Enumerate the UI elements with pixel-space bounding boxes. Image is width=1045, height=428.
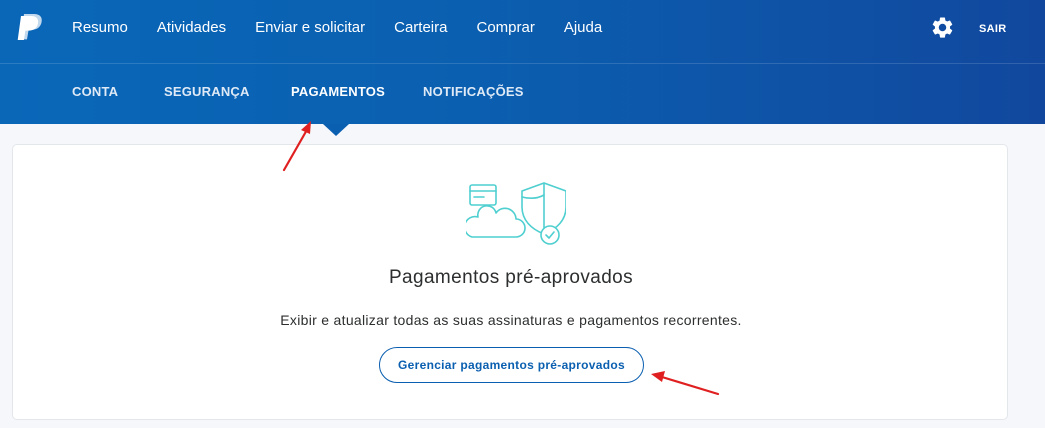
active-tab-indicator (323, 124, 349, 136)
annotation-arrow-button (651, 371, 720, 396)
tab-seguranca[interactable]: SEGURANÇA (164, 84, 250, 99)
manage-preapproved-button[interactable]: Gerenciar pagamentos pré-aprovados (379, 347, 644, 383)
nav-comprar[interactable]: Comprar (476, 19, 534, 37)
nav-atividades[interactable]: Atividades (157, 19, 226, 37)
card-cloud-shield-icon (466, 182, 566, 245)
tab-pagamentos[interactable]: PAGAMENTOS (291, 84, 385, 99)
annotation-arrow-tab (282, 121, 311, 172)
logout-link[interactable]: SAIR (979, 23, 1006, 35)
nav-enviar-e-solicitar[interactable]: Enviar e solicitar (255, 19, 365, 37)
paypal-logo-icon[interactable] (17, 13, 43, 43)
sub-navigation: CONTA SEGURANÇA PAGAMENTOS NOTIFICAÇÕES (0, 64, 1045, 124)
nav-carteira[interactable]: Carteira (394, 19, 447, 37)
nav-ajuda[interactable]: Ajuda (564, 19, 602, 37)
top-navigation: Resumo Atividades Enviar e solicitar Car… (0, 0, 1045, 64)
preapproved-payments-card: Pagamentos pré-aprovados Exibir e atuali… (12, 144, 1008, 420)
gear-icon[interactable] (930, 15, 955, 40)
tab-conta[interactable]: CONTA (72, 84, 118, 99)
nav-resumo[interactable]: Resumo (72, 19, 128, 37)
card-description: Exibir e atualizar todas as suas assinat… (280, 312, 742, 328)
card-title: Pagamentos pré-aprovados (388, 267, 634, 288)
header: Resumo Atividades Enviar e solicitar Car… (0, 0, 1045, 124)
tab-notificacoes[interactable]: NOTIFICAÇÕES (423, 84, 524, 99)
main-nav-links: Resumo Atividades Enviar e solicitar Car… (72, 19, 631, 37)
